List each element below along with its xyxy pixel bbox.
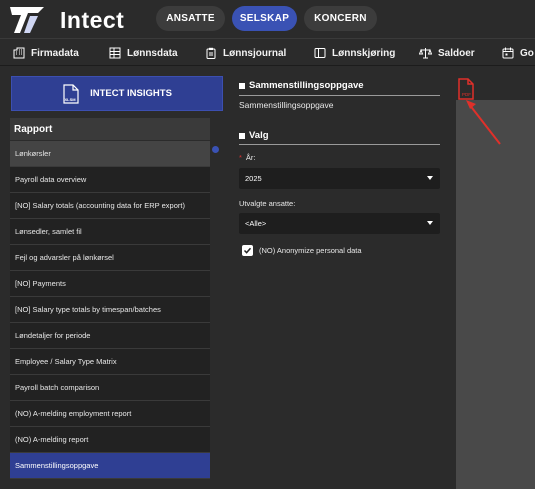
year-select[interactable]: 2025	[239, 168, 440, 189]
xlsm-label: XLSM	[65, 97, 77, 102]
nav-go[interactable]: Go	[502, 45, 534, 61]
list-item[interactable]: Employee / Salary Type Matrix	[10, 349, 210, 375]
list-item[interactable]: [NO] Payments	[10, 271, 210, 297]
pdf-label: PDF	[462, 92, 471, 97]
anonymize-label: (NO) Anonymize personal data	[259, 246, 362, 255]
nav-label: Lønnsdata	[127, 47, 178, 59]
tab-ansatte[interactable]: ANSATTE	[156, 6, 225, 31]
report-list: Lønkørsler Payroll data overview [NO] Sa…	[10, 141, 210, 479]
nav-label: Go	[520, 47, 534, 59]
year-value: 2025	[245, 174, 262, 183]
list-item[interactable]: [NO] Salary totals (accounting data for …	[10, 193, 210, 219]
tab-selskap[interactable]: SELSKAP	[232, 6, 297, 31]
checkmark-icon	[243, 247, 252, 254]
list-item[interactable]: Fejl og advarsler på lønkørsel	[10, 245, 210, 271]
clipboard-icon	[206, 47, 216, 59]
list-item[interactable]: [NO] Salary type totals by timespan/batc…	[10, 297, 210, 323]
list-group-lonkorsler[interactable]: Lønkørsler	[10, 141, 210, 167]
section-title-report: Sammenstillingsoppgave	[239, 80, 364, 91]
app-logo[interactable]: Intect	[8, 3, 128, 37]
divider	[239, 144, 440, 145]
intect-insights-button[interactable]: XLSM INTECT INSIGHTS	[11, 76, 223, 111]
xlsm-file-icon: XLSM	[63, 83, 79, 104]
anonymize-checkbox[interactable]	[242, 245, 253, 256]
square-bullet-icon	[239, 132, 245, 139]
insights-label: INTECT INSIGHTS	[90, 88, 172, 99]
grid-icon	[109, 47, 121, 59]
square-bullet-icon	[239, 82, 245, 89]
list-item[interactable]: Payroll batch comparison	[10, 375, 210, 401]
list-item-selected[interactable]: Sammenstillingsoppgave	[10, 453, 210, 479]
intect-logo-icon	[10, 7, 44, 33]
required-marker: *	[239, 153, 242, 162]
list-item[interactable]: Lønsedler, samlet fil	[10, 219, 210, 245]
main-nav: Firmadata Lønnsdata Lønnsjournal Lønnskj…	[0, 38, 535, 66]
year-label-text: År:	[245, 153, 256, 162]
section-title-valg: Valg	[239, 130, 269, 141]
divider	[239, 95, 440, 96]
nav-firmadata[interactable]: Firmadata	[13, 45, 79, 61]
top-bar: Intect ANSATTE SELSKAP KONCERN	[0, 0, 535, 38]
list-item[interactable]: (NO) A-melding employment report	[10, 401, 210, 427]
tab-koncern[interactable]: KONCERN	[304, 6, 377, 31]
nav-label: Lønnskjøring	[332, 47, 396, 59]
employees-select[interactable]: <Alle>	[239, 213, 440, 234]
nav-lonnsjournal[interactable]: Lønnsjournal	[205, 45, 286, 61]
nav-label: Lønnsjournal	[223, 47, 287, 59]
pdf-download-button[interactable]: PDF	[456, 78, 476, 100]
report-title: Sammenstillingsoppgave	[249, 80, 364, 91]
caret-down-icon	[427, 221, 433, 225]
pdf-file-icon: PDF	[458, 78, 474, 100]
list-item[interactable]: Payroll data overview	[10, 167, 210, 193]
caret-down-icon	[427, 176, 433, 180]
report-description: Sammenstillingsoppgave	[239, 100, 334, 110]
nav-label: Saldoer	[438, 47, 475, 59]
scale-icon	[419, 48, 432, 59]
year-label: * År:	[239, 153, 256, 162]
building-icon	[13, 47, 25, 59]
list-item[interactable]: (NO) A-melding report	[10, 427, 210, 453]
rapport-header: Rapport	[10, 118, 210, 140]
scrollbar-thumb[interactable]	[212, 146, 219, 153]
nav-lonnskjoring[interactable]: Lønnskjøring	[314, 45, 395, 61]
book-icon	[314, 48, 326, 58]
list-item[interactable]: Løndetaljer for periode	[10, 323, 210, 349]
employees-label: Utvalgte ansatte:	[239, 199, 296, 208]
report-preview-area	[456, 100, 535, 489]
nav-lonnsdata[interactable]: Lønnsdata	[109, 45, 178, 61]
nav-saldoer[interactable]: Saldoer	[419, 45, 475, 61]
employees-value: <Alle>	[245, 219, 267, 228]
app-name: Intect	[60, 7, 125, 33]
calendar-icon	[502, 47, 514, 59]
valg-title: Valg	[249, 130, 269, 141]
nav-label: Firmadata	[31, 47, 79, 59]
